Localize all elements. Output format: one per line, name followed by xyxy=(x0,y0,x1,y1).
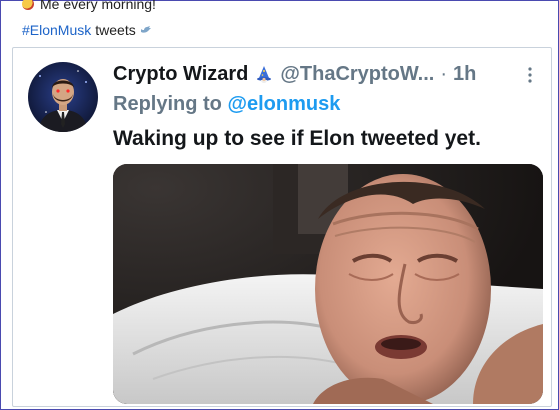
avatar-portrait-icon xyxy=(38,70,88,132)
crying-man-photo xyxy=(113,164,543,404)
hashtag-suffix: tweets xyxy=(95,22,136,38)
replying-prefix: Replying to xyxy=(113,93,222,115)
separator-dot: · xyxy=(440,63,448,85)
hashtag-link[interactable]: #ElonMusk xyxy=(22,22,91,38)
tweet-card[interactable]: Crypto Wizard @ThaCryptoW... · 1h Replyi… xyxy=(12,47,552,407)
tweet-text: Waking up to see if Elon tweeted yet. xyxy=(113,127,481,150)
more-options-icon[interactable] xyxy=(527,66,533,84)
tweet-header: Crypto Wizard @ThaCryptoW... · 1h xyxy=(113,63,476,86)
caption-line: Me every morning! xyxy=(22,0,156,12)
wizard-icon xyxy=(257,65,272,83)
reply-mention-link[interactable]: @elonmusk xyxy=(227,93,340,115)
display-name[interactable]: Crypto Wizard xyxy=(113,63,248,86)
face-emoji-icon xyxy=(22,0,34,10)
avatar[interactable] xyxy=(28,62,98,132)
replying-to-line: Replying to @elonmusk xyxy=(113,93,340,116)
hashtag-line: #ElonMusk tweets xyxy=(22,22,152,38)
tweet-time[interactable]: 1h xyxy=(453,63,476,86)
user-handle[interactable]: @ThaCryptoW... xyxy=(280,63,434,86)
caption-text: Me every morning! xyxy=(40,0,156,12)
bird-icon xyxy=(140,26,151,33)
tweet-photo[interactable] xyxy=(113,164,543,404)
